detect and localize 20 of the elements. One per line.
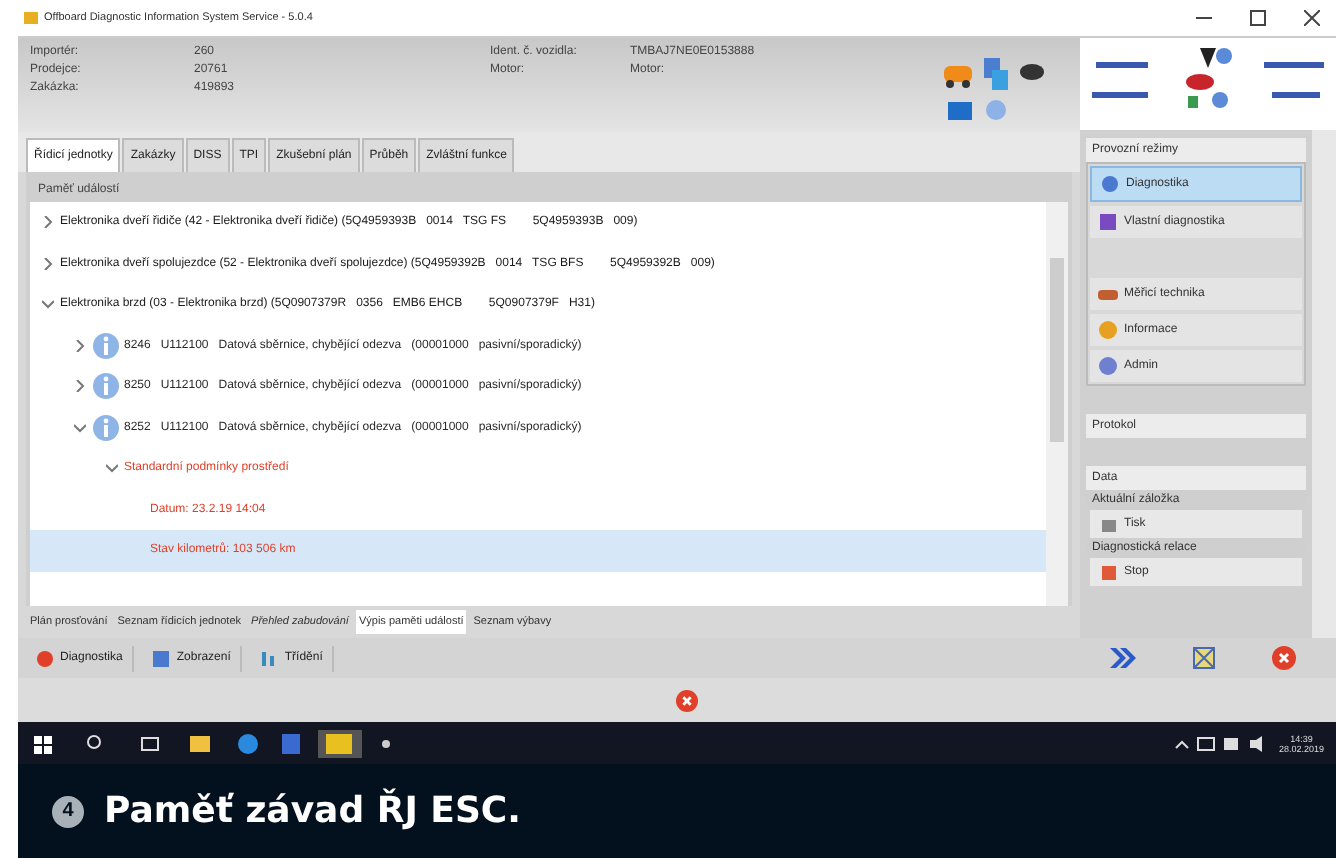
- tray-icons-drawing: [1174, 733, 1267, 753]
- app-icon: [24, 12, 38, 24]
- close-icon[interactable]: [1304, 10, 1320, 26]
- info-icon: [92, 331, 120, 360]
- toolbar-icon: [260, 649, 279, 667]
- info-icon: [92, 413, 120, 442]
- close-icon[interactable]: [1272, 646, 1296, 670]
- double-chevron-icon[interactable]: [1108, 646, 1136, 670]
- caption: Paměť závad ŘJ ESC.: [104, 790, 521, 832]
- caption-number: 4: [52, 795, 84, 827]
- toolbar-icon: [36, 649, 54, 667]
- scrollbar[interactable]: [1046, 202, 1068, 606]
- toolbar-icon: [152, 649, 171, 667]
- scrollbar[interactable]: [1312, 130, 1336, 638]
- maximize-icon[interactable]: [1250, 10, 1266, 26]
- taskbar-icons-drawing[interactable]: [30, 729, 390, 757]
- error-icon: [676, 689, 698, 711]
- info-icon: [92, 372, 120, 401]
- grid-icon[interactable]: [1192, 646, 1216, 670]
- stop-icon: [1100, 563, 1118, 581]
